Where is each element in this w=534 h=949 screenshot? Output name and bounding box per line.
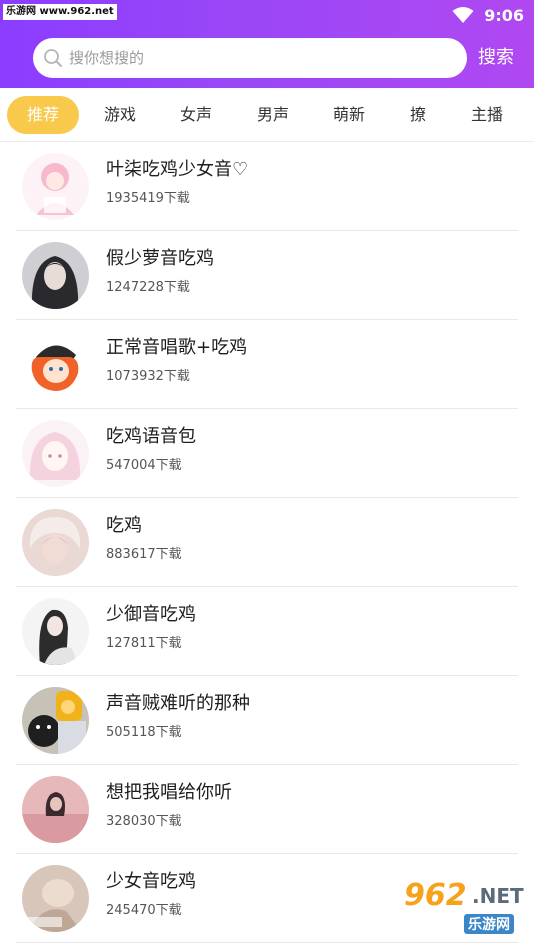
wifi-icon [452,7,474,23]
tab-flirt[interactable]: 撩 [410,96,426,134]
avatar [22,865,89,932]
search-icon [44,49,62,67]
tab-recommended[interactable]: 推荐 [7,96,79,134]
voice-pack-title: 假少萝音吃鸡 [106,248,214,269]
download-count: 245470下载 [106,903,182,918]
app-header: 乐游网 www.962.net 9:06 搜索 [0,0,534,88]
download-count: 1073932下载 [106,369,190,384]
tab-streamer[interactable]: 主播 [471,96,503,134]
status-time: 9:06 [484,5,524,25]
tab-female-voice[interactable]: 女声 [180,96,212,134]
voice-pack-title: 少女音吃鸡 [106,871,196,892]
list-item[interactable]: 正常音唱歌+吃鸡 1073932下载 [0,320,534,409]
logo-net: .NET [472,884,524,908]
list-item[interactable]: 想把我唱给你听 328030下载 [0,765,534,854]
voice-pack-title: 吃鸡语音包 [106,426,196,447]
status-indicators: 9:06 [452,3,524,27]
list-item[interactable]: 吃鸡 883617下载 [0,498,534,587]
list-item[interactable]: 声音贼难听的那种 505118下载 [0,676,534,765]
logo-site-name: 乐游网 [464,914,514,934]
list-item[interactable]: 叶柒吃鸡少女音♡ 1935419下载 [0,142,534,231]
category-tabs: 推荐 游戏 女声 男声 萌新 撩 主播 [0,92,534,140]
download-count: 1247228下载 [106,280,190,295]
tab-games[interactable]: 游戏 [104,96,136,134]
site-watermark: 乐游网 www.962.net [3,4,117,20]
voice-pack-title: 想把我唱给你听 [106,782,232,803]
avatar [22,598,89,665]
avatar [22,153,89,220]
search-box[interactable] [33,38,467,78]
download-count: 1935419下载 [106,191,190,206]
download-count: 505118下载 [106,725,182,740]
search-button[interactable]: 搜索 [478,44,514,72]
voice-pack-title: 吃鸡 [106,515,142,536]
tab-newbie[interactable]: 萌新 [333,96,365,134]
voice-pack-title: 正常音唱歌+吃鸡 [106,337,248,358]
logo-number: 962 [404,878,467,913]
list-item[interactable]: 假少萝音吃鸡 1247228下载 [0,231,534,320]
list-item[interactable]: 吃鸡语音包 547004下载 [0,409,534,498]
avatar [22,509,89,576]
avatar [22,776,89,843]
download-count: 328030下载 [106,814,182,829]
avatar [22,687,89,754]
search-input[interactable] [69,49,449,67]
voice-pack-title: 叶柒吃鸡少女音♡ [106,159,249,180]
status-bar: 乐游网 www.962.net 9:06 [0,0,534,30]
voice-pack-title: 声音贼难听的那种 [106,693,250,714]
list-item[interactable]: 少御音吃鸡 127811下载 [0,587,534,676]
download-count: 883617下载 [106,547,182,562]
avatar [22,420,89,487]
avatar [22,331,89,398]
voice-pack-list: 叶柒吃鸡少女音♡ 1935419下载 假少萝音吃鸡 1247228下载 正常音唱… [0,142,534,943]
download-count: 547004下载 [106,458,182,473]
avatar [22,242,89,309]
tab-male-voice[interactable]: 男声 [257,96,289,134]
divider [16,942,518,943]
voice-pack-title: 少御音吃鸡 [106,604,196,625]
download-count: 127811下载 [106,636,182,651]
site-logo-watermark: 962 .NET 乐游网 [398,876,528,942]
